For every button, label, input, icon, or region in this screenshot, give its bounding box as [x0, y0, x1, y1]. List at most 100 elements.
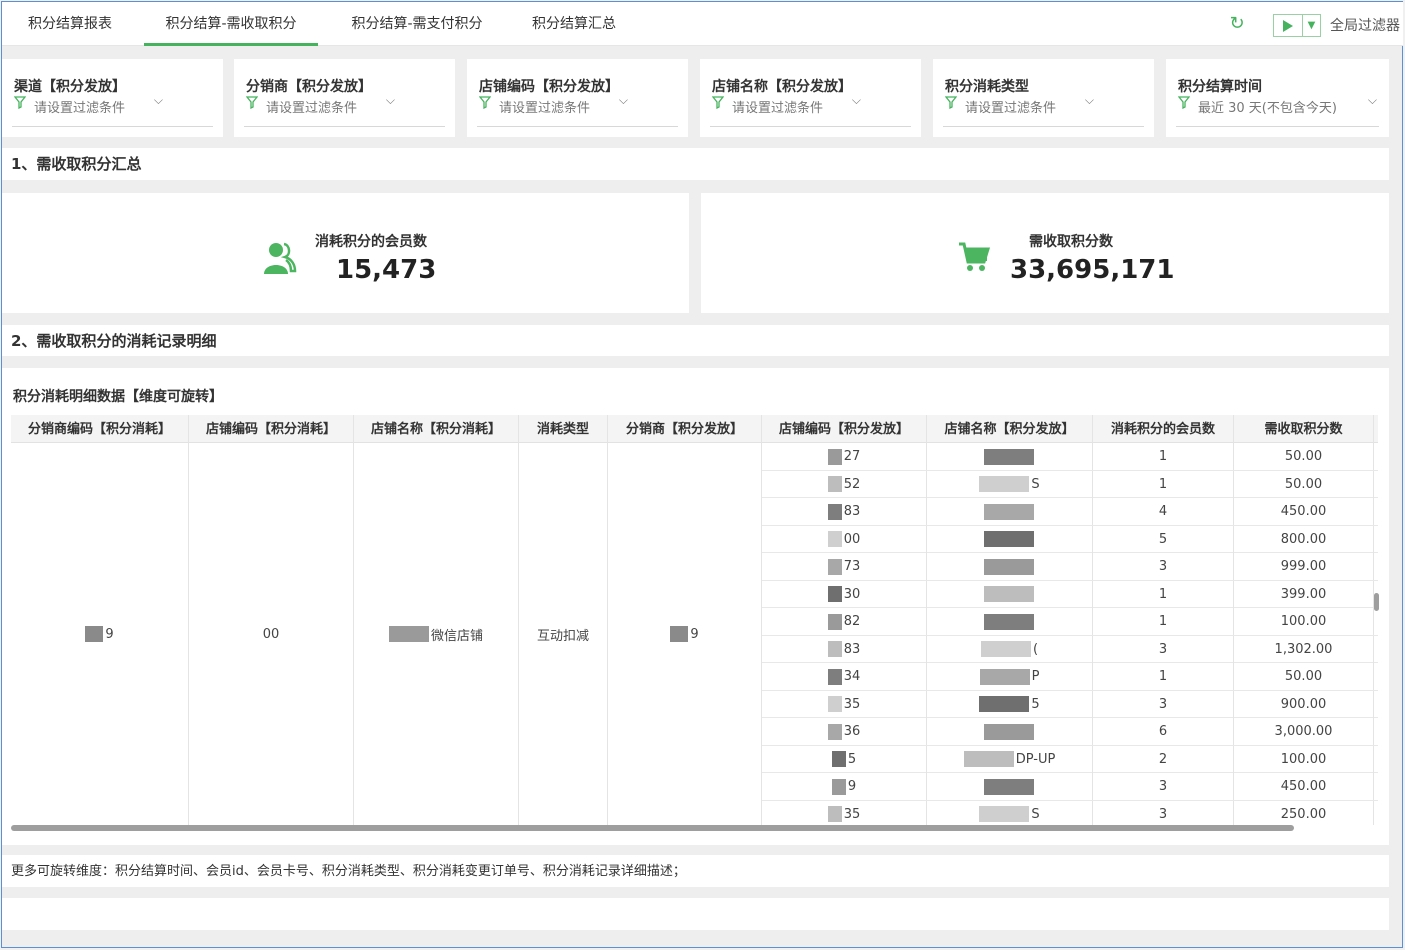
- column-header[interactable]: 店铺名称【积分发放】: [927, 415, 1093, 443]
- column-header[interactable]: 店铺名称【积分消耗】: [354, 415, 519, 443]
- redacted-block: [983, 448, 1034, 465]
- table-row[interactable]: 82 1 100.00: [762, 608, 1378, 636]
- chevron-down-icon[interactable]: ▼: [1303, 15, 1320, 36]
- tab-bar: 积分结算报表 积分结算-需收取积分 积分结算-需支付积分 积分结算汇总 ↻ ▼ …: [2, 2, 1403, 46]
- redacted-block: [827, 448, 842, 465]
- table-row[interactable]: 30 1 399.00: [762, 580, 1378, 608]
- filter-store-code[interactable]: 店铺编码【积分发放】 请设置过滤条件 ⌵: [467, 59, 688, 137]
- kpi-value: 33,695,171: [1010, 255, 1175, 285]
- redacted-block: [827, 723, 842, 740]
- filter-channel[interactable]: 渠道【积分发放】 请设置过滤条件 ⌵: [2, 59, 223, 137]
- filter-store-name[interactable]: 店铺名称【积分发放】 请设置过滤条件 ⌵: [700, 59, 921, 137]
- tab-payable-points[interactable]: 积分结算-需支付积分: [332, 2, 502, 46]
- redacted-block: [827, 668, 842, 685]
- table-row[interactable]: 83(3 1,302.00: [762, 635, 1378, 663]
- filter-placeholder: 请设置过滤条件: [266, 101, 358, 116]
- cell-member-count: 3: [1093, 635, 1234, 663]
- detail-table[interactable]: 分销商编码【积分消耗】 店铺编码【积分消耗】 店铺名称【积分消耗】 消耗类型 分…: [11, 415, 1378, 825]
- cell-member-count: 1: [1093, 608, 1234, 635]
- table-row[interactable]: 73 3 999.00: [762, 553, 1378, 581]
- filter-settle-time[interactable]: 积分结算时间 最近 30 天(不包含今天) ⌵: [1166, 59, 1389, 137]
- tab-report[interactable]: 积分结算报表: [10, 2, 130, 46]
- filter-consume-type[interactable]: 积分消耗类型 请设置过滤条件 ⌵: [933, 59, 1154, 137]
- table-row[interactable]: 35 5 3 900.00: [762, 690, 1378, 718]
- redacted-block: [983, 558, 1034, 575]
- filter-dropdown[interactable]: 请设置过滤条件 ⌵: [244, 93, 445, 127]
- chevron-down-icon[interactable]: ⌵: [1368, 93, 1377, 108]
- cell-store-code: 83: [762, 635, 927, 663]
- redacted-block: [85, 626, 104, 642]
- run-button[interactable]: ▼: [1273, 14, 1321, 37]
- cell-store-name: S: [927, 800, 1093, 825]
- chevron-down-icon[interactable]: ⌵: [619, 93, 628, 108]
- horizontal-scrollbar[interactable]: [11, 825, 1294, 831]
- column-header[interactable]: 需收取积分数: [1234, 415, 1374, 443]
- kpi-card-points: 需收取积分数 33,695,171: [701, 193, 1389, 313]
- redacted-block: [827, 503, 842, 520]
- kpi-card-members: 消耗积分的会员数 15,473: [2, 193, 689, 313]
- filter-dropdown[interactable]: 请设置过滤条件 ⌵: [12, 93, 213, 127]
- filter-icon: [712, 96, 724, 109]
- redacted-block: [827, 696, 842, 712]
- filter-placeholder: 请设置过滤条件: [34, 101, 126, 116]
- chevron-down-icon[interactable]: ⌵: [852, 93, 861, 108]
- cell-member-count: 3: [1093, 690, 1234, 718]
- cell-store-code: 36: [762, 718, 927, 745]
- column-header[interactable]: 分销商编码【积分消耗】: [11, 415, 189, 443]
- play-icon[interactable]: [1274, 15, 1303, 36]
- redacted-block: [827, 806, 842, 822]
- redacted-block: [983, 723, 1034, 740]
- column-header[interactable]: 店铺编码【积分发放】: [762, 415, 927, 443]
- table-row[interactable]: 9 3 450.00: [762, 773, 1378, 801]
- chevron-down-icon[interactable]: ⌵: [1085, 93, 1094, 108]
- table-row[interactable]: 5 DP-UP 2 100.00: [762, 745, 1378, 773]
- filter-dropdown[interactable]: 最近 30 天(不包含今天) ⌵: [1176, 93, 1379, 127]
- shopping-cart-icon: [959, 242, 991, 271]
- cell-points: 50.00: [1234, 470, 1374, 498]
- filter-distributor[interactable]: 分销商【积分发放】 请设置过滤条件 ⌵: [234, 59, 455, 137]
- refresh-icon[interactable]: ↻: [1227, 14, 1247, 34]
- redacted-block: [827, 531, 842, 547]
- cell-store-name: 5: [927, 690, 1093, 718]
- column-header[interactable]: 店铺编码【积分消耗】: [189, 415, 354, 443]
- chevron-down-icon[interactable]: ⌵: [386, 93, 395, 108]
- redacted-block: [979, 476, 1030, 492]
- table-row[interactable]: 52 S 1 50.00: [762, 470, 1378, 498]
- global-filter-button[interactable]: 全局过滤器: [1330, 15, 1400, 35]
- redacted-block: [827, 613, 842, 630]
- filter-dropdown[interactable]: 请设置过滤条件 ⌵: [943, 93, 1144, 127]
- table-row[interactable]: 00 5 800.00: [762, 525, 1378, 553]
- cell-store-code: 30: [762, 580, 927, 608]
- cell-member-count: 5: [1093, 525, 1234, 553]
- cell-points: 450.00: [1234, 498, 1374, 525]
- redacted-block: [983, 586, 1034, 602]
- table-row[interactable]: 83 4 450.00: [762, 498, 1378, 526]
- filter-icon: [246, 96, 258, 109]
- redacted-block: [983, 531, 1034, 547]
- table-row[interactable]: 36 6 3,000.00: [762, 718, 1378, 746]
- section-title-summary: 1、需收取积分汇总: [2, 148, 1389, 180]
- redacted-block: [979, 806, 1030, 822]
- chevron-down-icon[interactable]: ⌵: [154, 93, 163, 108]
- cell-store-name: [927, 773, 1093, 800]
- pivot-dimensions-note: 更多可旋转维度：积分结算时间、会员id、会员卡号、积分消耗类型、积分消耗变更订单…: [2, 855, 1389, 887]
- column-header[interactable]: 消耗积分的会员数: [1093, 415, 1234, 443]
- tab-summary[interactable]: 积分结算汇总: [518, 2, 630, 46]
- cell-points: 100.00: [1234, 608, 1374, 635]
- filter-dropdown[interactable]: 请设置过滤条件 ⌵: [477, 93, 678, 127]
- column-header[interactable]: 分销商【积分发放】: [608, 415, 762, 443]
- table-row[interactable]: 35 S 3 250.00: [762, 800, 1378, 825]
- table-row[interactable]: 27 1 50.00: [762, 443, 1378, 471]
- kpi-label: 消耗积分的会员数: [315, 234, 427, 250]
- table-row[interactable]: 34 P 1 50.00: [762, 663, 1378, 691]
- filter-icon: [1178, 96, 1190, 109]
- cell-store-name: [927, 443, 1093, 470]
- cell-store-code: 52: [762, 470, 927, 498]
- tab-receivable-points[interactable]: 积分结算-需收取积分: [144, 2, 318, 46]
- cell-store-code: 35: [762, 800, 927, 825]
- vertical-scrollbar[interactable]: [1374, 593, 1379, 611]
- filter-dropdown[interactable]: 请设置过滤条件 ⌵: [710, 93, 911, 127]
- cell-store-name: DP-UP: [927, 745, 1093, 773]
- merged-cell-consume-type: 互动扣减: [519, 443, 608, 825]
- column-header[interactable]: 消耗类型: [519, 415, 608, 443]
